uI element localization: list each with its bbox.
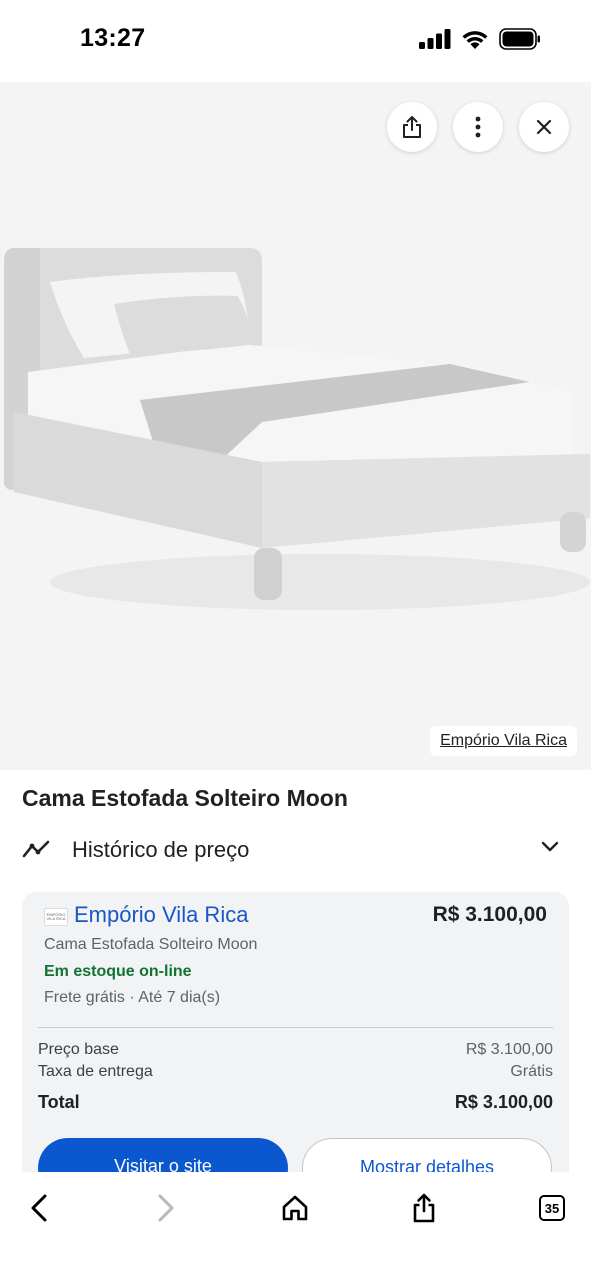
product-image-area: Empório Vila Rica bbox=[0, 82, 591, 770]
delivery-fee-label: Taxa de entrega bbox=[38, 1063, 153, 1080]
more-vert-icon bbox=[475, 116, 481, 138]
more-options-button[interactable] bbox=[453, 102, 503, 152]
tabs-button[interactable]: 35 bbox=[530, 1186, 574, 1230]
image-source-link[interactable]: Empório Vila Rica bbox=[430, 726, 577, 756]
home-icon bbox=[282, 1195, 308, 1221]
battery-icon bbox=[499, 28, 540, 50]
stock-status: Em estoque on-line bbox=[44, 963, 192, 980]
total-label: Total bbox=[38, 1092, 80, 1112]
home-button[interactable] bbox=[273, 1186, 317, 1230]
offer-price: R$ 3.100,00 bbox=[432, 903, 547, 926]
total-value: R$ 3.100,00 bbox=[454, 1092, 553, 1112]
price-history-label: Histórico de preço bbox=[72, 837, 250, 862]
store-logo: EMPÓRIO VILA RICA bbox=[44, 908, 68, 926]
tab-count: 35 bbox=[539, 1195, 565, 1221]
close-button[interactable] bbox=[519, 102, 569, 152]
back-button[interactable] bbox=[17, 1186, 61, 1230]
base-price-label: Preço base bbox=[38, 1041, 119, 1058]
signal-icon bbox=[419, 29, 451, 49]
close-icon bbox=[536, 119, 552, 135]
forward-button[interactable] bbox=[144, 1186, 188, 1230]
wifi-icon bbox=[462, 31, 488, 49]
chevron-down-icon bbox=[541, 841, 559, 852]
toolbar-share-button[interactable] bbox=[402, 1186, 446, 1230]
offer-product-name: Cama Estofada Solteiro Moon bbox=[44, 936, 258, 953]
shipping-info: Frete grátis · Até 7 dia(s) bbox=[44, 989, 221, 1006]
price-history-toggle[interactable]: Histórico de preço bbox=[0, 826, 591, 874]
share-icon bbox=[413, 1193, 435, 1223]
share-button[interactable] bbox=[387, 102, 437, 152]
product-title: Cama Estofada Solteiro Moon bbox=[22, 785, 348, 811]
status-time: 13:27 bbox=[80, 24, 146, 52]
divider bbox=[38, 1027, 553, 1028]
store-name-link[interactable]: Empório Vila Rica bbox=[74, 902, 248, 928]
delivery-fee-value: Grátis bbox=[510, 1063, 553, 1080]
chevron-right-icon bbox=[158, 1194, 174, 1222]
status-icons bbox=[419, 28, 541, 50]
trending-icon bbox=[22, 840, 50, 858]
offer-card: EMPÓRIO VILA RICA Empório Vila Rica R$ 3… bbox=[22, 892, 569, 1192]
browser-toolbar: 35 bbox=[0, 1172, 591, 1280]
product-image bbox=[4, 248, 590, 610]
share-icon bbox=[403, 116, 421, 138]
chevron-left-icon bbox=[31, 1194, 47, 1222]
base-price-value: R$ 3.100,00 bbox=[465, 1041, 553, 1058]
status-bar: 13:27 bbox=[0, 0, 591, 82]
